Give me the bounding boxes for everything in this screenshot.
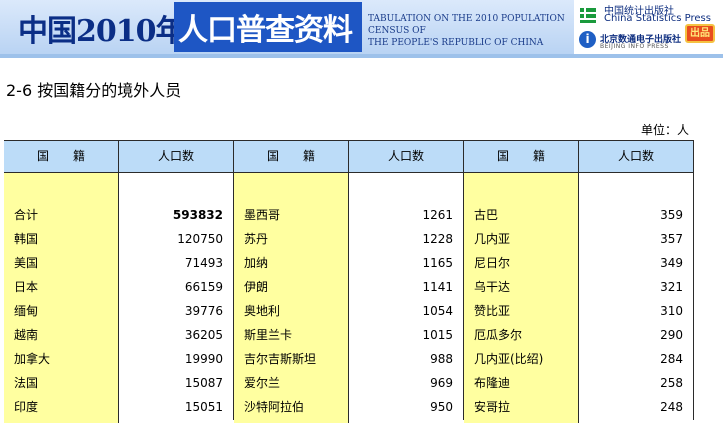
nationality-cell: 加纳 [244,256,269,270]
nationality-cell: 韩国 [14,232,39,246]
nationality-cell: 法国 [14,376,39,390]
population-cell: 1261 [422,208,453,222]
column-header-nationality: 国 籍 [464,140,579,173]
nationality-cell: 几内亚 [474,232,511,246]
publisher-logos: 中国统计出版社 China Statistics Press i 北京数通电子出… [574,0,723,54]
population-cell: 1165 [422,256,453,270]
produced-badge: 出品 [685,24,715,43]
population-cell: 39776 [184,304,223,318]
population-cell: 1228 [422,232,453,246]
column-header-population: 人口数 [579,140,693,173]
publisher-name-en: China Statistics Press [604,13,711,24]
population-cell: 284 [660,352,683,366]
nationality-cell: 厄瓜多尔 [474,328,523,342]
population-cell: 950 [430,400,453,414]
population-column: 593832 120750 71493 66159 39776 36205 19990 150… [119,173,233,423]
china-statistics-press-logo-icon [579,6,597,24]
nationality-column: 墨西哥苏丹加纳伊朗奥地利斯里兰卡吉尔吉斯斯坦 爱尔兰沙特阿拉伯 [234,173,349,423]
population-cell: 321 [660,280,683,294]
nationality-cell: 赞比亚 [474,304,511,318]
nationality-cell: 美国 [14,256,39,270]
table-group-1: 国 籍人口数合计韩国美国日本缅甸越南加拿大法国印度 593832 120750 714… [4,140,233,423]
column-header-nationality: 国 籍 [234,140,349,173]
nationality-column: 合计韩国美国日本缅甸越南加拿大法国印度 [4,173,119,423]
banner-title-area: 中国2010年 人口普查资料 TABULATION ON THE 2010 PO… [0,0,574,54]
banner-title-sub: 人口普查资料 [178,13,353,48]
banner-title-sub-box: 人口普查资料 [174,2,362,52]
nationality-cell: 日本 [14,280,39,294]
population-cell: 120750 [177,232,223,246]
nationality-cell: 古巴 [474,208,499,222]
population-cell: 969 [430,376,453,390]
nationality-cell: 越南 [14,328,39,342]
nationality-cell: 安哥拉 [474,400,511,414]
column-header-population: 人口数 [119,140,233,173]
nationality-cell: 乌干达 [474,280,511,294]
nationality-cell: 加拿大 [14,352,51,366]
nationality-cell: 伊朗 [244,280,269,294]
population-cell: 357 [660,232,683,246]
population-cell: 248 [660,400,683,414]
nationality-cell: 沙特阿拉伯 [244,400,305,414]
column-header-population: 人口数 [349,140,463,173]
banner-english-line-1: TABULATION ON THE 2010 POPULATION CENSUS… [368,14,565,36]
nationality-cell: 爱尔兰 [244,376,281,390]
population-cell: 349 [660,256,683,270]
table-right-border [693,140,694,420]
banner-title-main: 中国2010年 [18,14,185,49]
banner-divider [0,54,723,58]
population-cell: 1141 [422,280,453,294]
nationality-cell: 墨西哥 [244,208,281,222]
nationality-cell: 缅甸 [14,304,39,318]
nationality-cell: 布隆迪 [474,376,511,390]
header-banner: 中国2010年 人口普查资料 TABULATION ON THE 2010 PO… [0,0,723,58]
unit-label: 单位：人 [641,123,690,137]
table-group-2: 国 籍人口数 墨西哥 苏丹 加纳 伊朗 奥地利 斯里兰卡 吉尔吉斯斯坦 爱尔兰 沙特阿拉伯 1261… [234,140,463,423]
digital-publisher-en: BEIJING INFO PRESS [600,43,669,50]
population-cell: 1054 [422,304,453,318]
population-cell: 71493 [184,256,223,270]
population-cell: 1015 [422,328,453,342]
nationality-column: 古巴几内亚尼日尔乌干达赞比亚厄瓜多尔几内亚(比绍) 布隆迪安哥拉 [464,173,579,423]
population-cell: 19990 [184,352,223,366]
population-table: 国 籍人口数 合计 韩国 美国 日本 缅甸 越南 加拿大 法国 印度 593832 120750 714… [4,140,694,423]
nationality-cell: 合计 [14,208,39,222]
population-cell: 66159 [184,280,223,294]
nationality-cell: 奥地利 [244,304,281,318]
nationality-cell: 斯里兰卡 [244,328,293,342]
nationality-cell: 尼日尔 [474,256,511,270]
population-cell: 593832 [172,208,223,222]
population-cell: 988 [430,352,453,366]
population-cell: 359 [660,208,683,222]
population-cell: 36205 [184,328,223,342]
banner-english-line-2: THE PEOPLE'S REPUBLIC OF CHINA [368,38,544,48]
banner-english-title: TABULATION ON THE 2010 POPULATION CENSUS… [368,13,568,49]
population-cell: 258 [660,376,683,390]
population-cell: 15087 [184,376,223,390]
info-press-logo-icon: i [579,31,596,48]
nationality-cell: 吉尔吉斯斯坦 [244,352,317,366]
population-cell: 15051 [184,400,223,414]
nationality-cell: 几内亚(比绍) [474,352,544,366]
nationality-cell: 印度 [14,400,39,414]
table-group-3: 国 籍人口数古巴几内亚尼日尔乌干达赞比亚厄瓜多尔几内亚(比绍) 布隆迪安哥拉 359… [464,140,693,423]
table-title: 2-6 按国籍分的境外人员 [6,81,182,100]
population-cell: 310 [660,304,683,318]
column-header-nationality: 国 籍 [4,140,119,173]
population-column: 359 357 349 321 310 290 284 258 248 [579,173,693,423]
population-column: 1261 1228 1165 1141 1054 1015 988 969 950 [349,173,463,423]
nationality-cell: 苏丹 [244,232,269,246]
population-cell: 290 [660,328,683,342]
